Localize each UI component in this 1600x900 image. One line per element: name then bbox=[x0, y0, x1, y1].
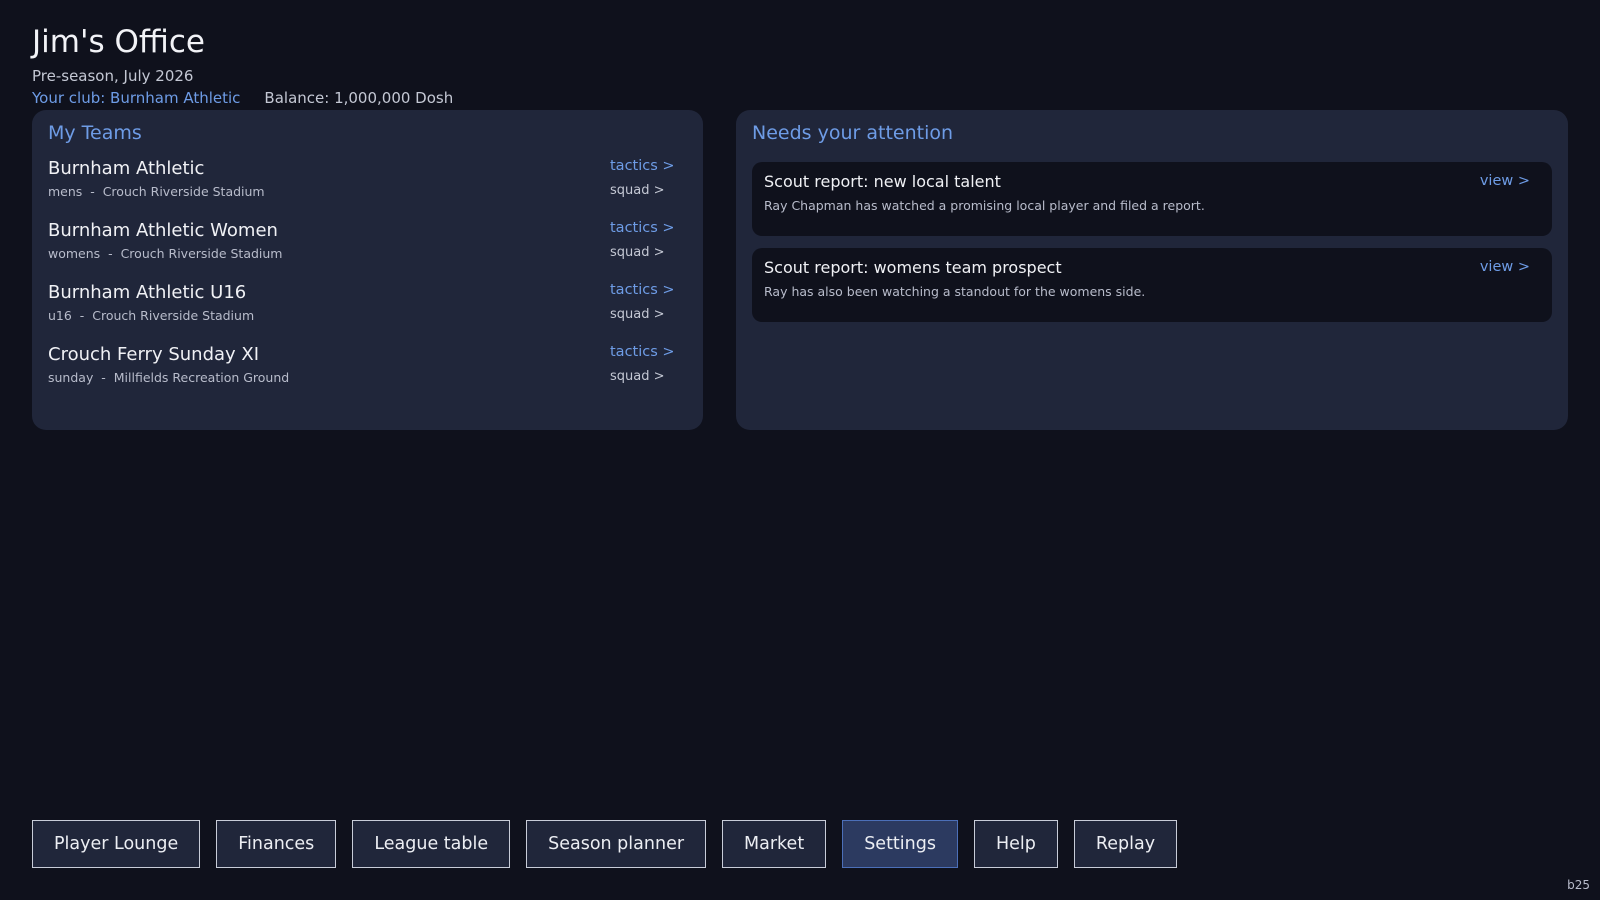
squad-link[interactable]: squad > bbox=[610, 183, 665, 198]
team-name: Crouch Ferry Sunday XI bbox=[48, 344, 260, 365]
page-title: Jim's Office bbox=[32, 24, 205, 60]
team-name: Burnham Athletic Women bbox=[48, 220, 278, 241]
office-header: Jim's Office Pre-season, July 2026 Your … bbox=[32, 22, 453, 108]
help-button[interactable]: Help bbox=[973, 820, 1058, 868]
team-meta: u16 - Crouch Riverside Stadium bbox=[48, 308, 255, 323]
attention-description: Ray has also been watching a standout fo… bbox=[764, 284, 1146, 299]
team-name: Burnham Athletic U16 bbox=[48, 282, 247, 303]
team-row: Crouch Ferry Sunday XI sunday - Millfiel… bbox=[48, 344, 678, 400]
season-planner-button[interactable]: Season planner bbox=[526, 820, 707, 868]
view-link[interactable]: view > bbox=[1480, 259, 1530, 275]
tactics-link[interactable]: tactics > bbox=[610, 220, 675, 236]
attention-title: Scout report: womens team prospect bbox=[764, 258, 1062, 277]
squad-link[interactable]: squad > bbox=[610, 369, 665, 384]
market-button[interactable]: Market bbox=[722, 820, 827, 868]
attention-description: Ray Chapman has watched a promising loca… bbox=[764, 198, 1205, 213]
season-date: Pre-season, July 2026 bbox=[32, 67, 194, 85]
team-row: Burnham Athletic Women womens - Crouch R… bbox=[48, 220, 678, 276]
balance-display: Balance: 1,000,000 Dosh bbox=[264, 89, 454, 107]
attention-panel: Needs your attention Scout report: new l… bbox=[736, 110, 1568, 430]
attention-card: Scout report: womens team prospect Ray h… bbox=[752, 248, 1552, 322]
settings-button[interactable]: Settings bbox=[842, 820, 958, 868]
build-version: b25 bbox=[1567, 878, 1590, 892]
view-link[interactable]: view > bbox=[1480, 173, 1530, 189]
team-meta: mens - Crouch Riverside Stadium bbox=[48, 184, 265, 199]
team-name: Burnham Athletic bbox=[48, 158, 205, 179]
finances-button[interactable]: Finances bbox=[216, 820, 337, 868]
attention-card: Scout report: new local talent Ray Chapm… bbox=[752, 162, 1552, 236]
tactics-link[interactable]: tactics > bbox=[610, 282, 675, 298]
team-row: Burnham Athletic mens - Crouch Riverside… bbox=[48, 158, 678, 214]
panel-title: Needs your attention bbox=[752, 122, 954, 144]
my-teams-panel: My Teams Burnham Athletic mens - Crouch … bbox=[32, 110, 703, 430]
team-meta: sunday - Millfields Recreation Ground bbox=[48, 370, 290, 385]
squad-link[interactable]: squad > bbox=[610, 307, 665, 322]
tactics-link[interactable]: tactics > bbox=[610, 344, 675, 360]
league-table-button[interactable]: League table bbox=[352, 820, 511, 868]
club-info: Your club: Burnham Athletic Balance: 1,0… bbox=[32, 88, 453, 108]
attention-title: Scout report: new local talent bbox=[764, 172, 1001, 191]
replay-button[interactable]: Replay bbox=[1073, 820, 1178, 868]
team-row: Burnham Athletic U16 u16 - Crouch Rivers… bbox=[48, 282, 678, 338]
tactics-link[interactable]: tactics > bbox=[610, 158, 675, 174]
club-name: Your club: Burnham Athletic bbox=[32, 89, 241, 107]
squad-link[interactable]: squad > bbox=[610, 245, 665, 260]
team-meta: womens - Crouch Riverside Stadium bbox=[48, 246, 283, 261]
bottom-nav: Player Lounge Finances League table Seas… bbox=[32, 820, 1178, 868]
panel-title: My Teams bbox=[48, 122, 142, 144]
player-lounge-button[interactable]: Player Lounge bbox=[32, 820, 201, 868]
